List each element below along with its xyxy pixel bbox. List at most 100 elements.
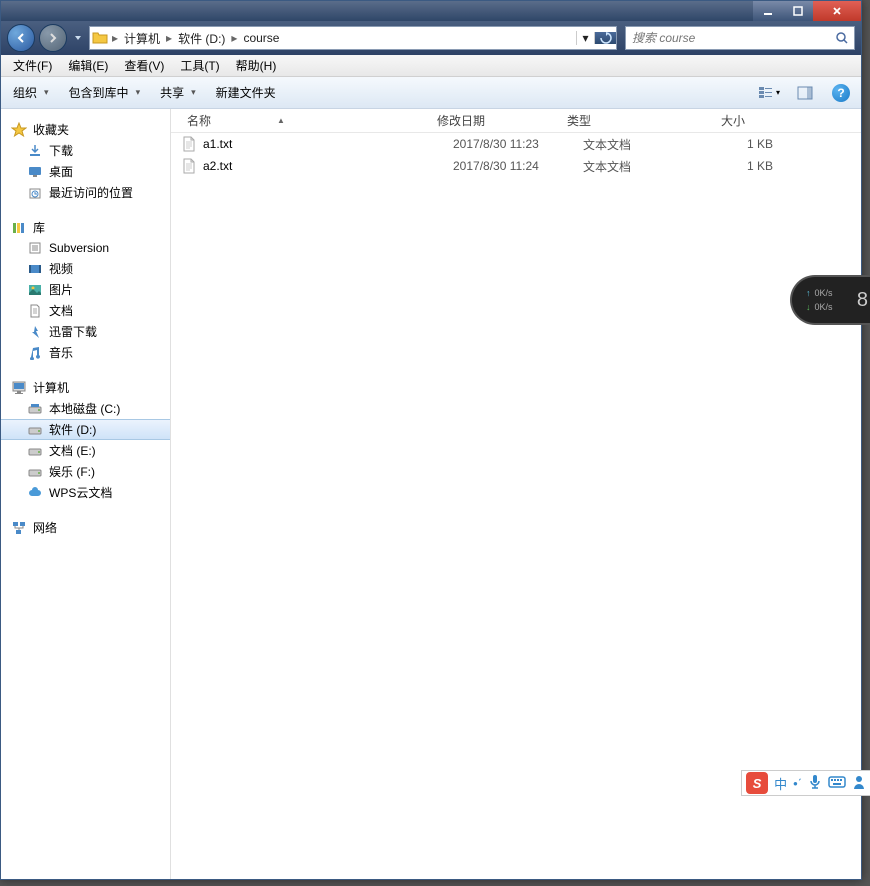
sidebar-item-documents[interactable]: 文档 (1, 300, 170, 321)
nav-history-dropdown[interactable] (71, 28, 85, 48)
sidebar-item-label: 最近访问的位置 (49, 184, 133, 201)
breadcrumb-folder[interactable]: course (239, 31, 283, 45)
sidebar-item-xunlei[interactable]: 迅雷下载 (1, 321, 170, 342)
search-input[interactable] (626, 31, 830, 45)
picture-icon (27, 282, 43, 298)
network-speed-widget[interactable]: ↑0K/s ↓0K/s 8 (790, 275, 870, 325)
sidebar-item-pictures[interactable]: 图片 (1, 279, 170, 300)
star-icon (11, 122, 27, 138)
chevron-right-icon[interactable]: ▸ (164, 31, 174, 45)
menu-help[interactable]: 帮助(H) (228, 55, 285, 76)
address-bar[interactable]: ▸ 计算机 ▸ 软件 (D:) ▸ course ▾ (89, 26, 617, 50)
file-list-pane: 名称 ▲ 修改日期 类型 大小 a1.txt2017/8/30 11:23文本文档… (171, 109, 861, 879)
back-button[interactable] (7, 24, 35, 52)
breadcrumb-drive[interactable]: 软件 (D:) (174, 30, 229, 47)
column-label: 名称 (187, 112, 211, 129)
ime-logo-icon[interactable]: S (746, 772, 768, 794)
upload-speed: 0K/s (815, 288, 833, 298)
sidebar-network-header[interactable]: 网络 (1, 517, 170, 538)
sidebar-libraries-group: 库 Subversion 视频 图片 文档 迅雷下载 音乐 (1, 217, 170, 363)
sidebar-item-drive-f[interactable]: 娱乐 (F:) (1, 461, 170, 482)
file-type: 文本文档 (583, 136, 693, 153)
organize-button[interactable]: 组织 (9, 82, 53, 103)
sidebar-item-wps-cloud[interactable]: WPS云文档 (1, 482, 170, 503)
hdd-icon (27, 464, 43, 480)
document-icon (27, 303, 43, 319)
include-library-button[interactable]: 包含到库中 (65, 82, 145, 103)
sidebar-item-drive-e[interactable]: 文档 (E:) (1, 440, 170, 461)
sidebar-item-label: 桌面 (49, 163, 73, 180)
hdd-icon (27, 401, 43, 417)
help-button[interactable]: ? (829, 82, 853, 104)
menu-tools[interactable]: 工具(T) (172, 55, 227, 76)
widget-number: 8 (857, 289, 868, 312)
ime-lang[interactable]: 中 (774, 774, 787, 793)
sidebar-item-recent[interactable]: 最近访问的位置 (1, 182, 170, 203)
view-mode-button[interactable]: ▾ (757, 82, 781, 104)
column-type[interactable]: 类型 (561, 112, 671, 129)
column-name[interactable]: 名称 ▲ (181, 112, 431, 129)
search-box[interactable] (625, 26, 855, 50)
file-date: 2017/8/30 11:23 (453, 137, 583, 151)
titlebar[interactable] (1, 1, 861, 21)
column-date[interactable]: 修改日期 (431, 112, 561, 129)
sidebar-item-label: 视频 (49, 260, 73, 277)
maximize-button[interactable] (783, 1, 813, 21)
sort-indicator-icon: ▲ (277, 116, 285, 125)
sidebar-label: 网络 (33, 519, 57, 536)
sidebar[interactable]: 收藏夹 下载 桌面 最近访问的位置 库 Subversion 视频 图片 文档 … (1, 109, 171, 879)
hdd-icon (27, 422, 43, 438)
body: 收藏夹 下载 桌面 最近访问的位置 库 Subversion 视频 图片 文档 … (1, 109, 861, 879)
file-row[interactable]: a2.txt2017/8/30 11:24文本文档1 KB (171, 155, 861, 177)
keyboard-icon[interactable] (828, 775, 846, 792)
chevron-right-icon[interactable]: ▸ (110, 31, 120, 45)
sidebar-favorites-header[interactable]: 收藏夹 (1, 119, 170, 140)
text-file-icon (181, 158, 197, 174)
share-button[interactable]: 共享 (156, 82, 200, 103)
new-folder-button[interactable]: 新建文件夹 (212, 82, 280, 103)
navbar: ▸ 计算机 ▸ 软件 (D:) ▸ course ▾ (1, 21, 861, 55)
sidebar-computer-header[interactable]: 计算机 (1, 377, 170, 398)
menu-view[interactable]: 查看(V) (116, 55, 172, 76)
ime-toolbar[interactable]: S 中 •ˊ (741, 770, 870, 796)
sidebar-item-desktop[interactable]: 桌面 (1, 161, 170, 182)
sidebar-item-label: 本地磁盘 (C:) (49, 400, 120, 417)
address-dropdown[interactable]: ▾ (576, 31, 594, 45)
sidebar-item-subversion[interactable]: Subversion (1, 238, 170, 258)
forward-button[interactable] (39, 24, 67, 52)
search-icon[interactable] (830, 31, 854, 45)
microphone-icon[interactable] (808, 774, 822, 793)
preview-pane-button[interactable] (793, 82, 817, 104)
column-size[interactable]: 大小 (671, 112, 751, 129)
sidebar-libraries-header[interactable]: 库 (1, 217, 170, 238)
help-icon: ? (832, 84, 850, 102)
breadcrumb-computer[interactable]: 计算机 (120, 30, 164, 47)
sidebar-item-music[interactable]: 音乐 (1, 342, 170, 363)
close-button[interactable] (813, 1, 861, 21)
sidebar-item-label: 图片 (49, 281, 73, 298)
folder-icon (90, 31, 110, 45)
ime-punct-icon[interactable]: •ˊ (793, 776, 802, 791)
menu-edit[interactable]: 编辑(E) (60, 55, 116, 76)
chevron-right-icon[interactable]: ▸ (229, 31, 239, 45)
sidebar-item-label: 下载 (49, 142, 73, 159)
sidebar-item-label: 软件 (D:) (49, 421, 96, 438)
sidebar-item-label: 文档 (49, 302, 73, 319)
sidebar-item-drive-d[interactable]: 软件 (D:) (1, 419, 170, 440)
refresh-button[interactable] (594, 32, 616, 44)
xunlei-icon (27, 324, 43, 340)
sidebar-item-video[interactable]: 视频 (1, 258, 170, 279)
ime-person-icon[interactable] (852, 774, 866, 793)
file-row[interactable]: a1.txt2017/8/30 11:23文本文档1 KB (171, 133, 861, 155)
minimize-button[interactable] (753, 1, 783, 21)
sidebar-item-label: 文档 (E:) (49, 442, 96, 459)
sidebar-item-drive-c[interactable]: 本地磁盘 (C:) (1, 398, 170, 419)
file-size: 1 KB (693, 137, 773, 151)
file-name: a2.txt (203, 159, 453, 173)
sidebar-item-downloads[interactable]: 下载 (1, 140, 170, 161)
down-arrow-icon: ↓ (806, 302, 811, 312)
up-arrow-icon: ↑ (806, 288, 811, 298)
menu-file[interactable]: 文件(F) (5, 55, 60, 76)
explorer-window: ▸ 计算机 ▸ 软件 (D:) ▸ course ▾ 文件(F) 编辑(E) 查… (0, 0, 862, 880)
file-rows: a1.txt2017/8/30 11:23文本文档1 KBa2.txt2017/… (171, 133, 861, 177)
